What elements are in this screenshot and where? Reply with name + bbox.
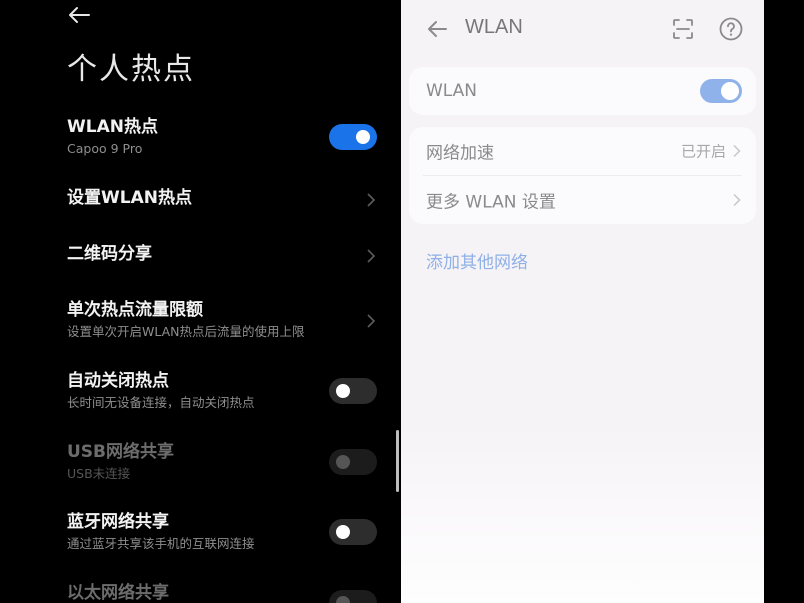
chevron-right-icon (367, 193, 376, 207)
scan-button[interactable] (671, 17, 695, 41)
wlan-toggle-card: WLAN (409, 67, 756, 115)
help-button[interactable] (718, 16, 744, 42)
qr-share-row[interactable]: 二维码分享 (67, 244, 377, 268)
usb-tethering-row[interactable]: USB网络共享 USB未连接 (67, 442, 377, 482)
chevron-right-icon (733, 193, 741, 207)
chevron-right-icon (367, 249, 376, 263)
arrow-left-icon (69, 7, 90, 23)
network-boost-row[interactable]: 网络加速 已开启 (409, 127, 756, 175)
ethernet-tethering-row[interactable]: 以太网络共享 (67, 583, 377, 603)
more-wlan-settings-row[interactable]: 更多 WLAN 设置 (409, 176, 756, 224)
help-circle-icon (719, 17, 743, 41)
wlan-toggle-row[interactable]: WLAN (409, 67, 756, 115)
wlan-toggle[interactable] (700, 79, 742, 103)
usb-tethering-toggle[interactable] (329, 449, 377, 475)
data-limit-row[interactable]: 单次热点流量限额 设置单次开启WLAN热点后流量的使用上限 (67, 300, 377, 342)
bluetooth-tethering-row[interactable]: 蓝牙网络共享 通过蓝牙共享该手机的互联网连接 (67, 512, 377, 552)
top-bar: WLAN (401, 0, 764, 58)
toggle-knob (336, 525, 350, 539)
row-label: WLAN (426, 81, 478, 101)
toggle-knob (336, 596, 350, 603)
add-other-network-link[interactable]: 添加其他网络 (426, 248, 528, 273)
row-title: 单次热点流量限额 (67, 300, 203, 320)
toggle-knob (336, 455, 350, 469)
page-title: WLAN (465, 16, 523, 38)
scrollbar[interactable] (396, 430, 399, 492)
row-label: 更多 WLAN 设置 (426, 192, 556, 213)
row-label: 网络加速 (426, 143, 494, 164)
setup-hotspot-row[interactable]: 设置WLAN热点 (67, 188, 377, 212)
chevron-right-icon (367, 314, 376, 328)
row-title: 设置WLAN热点 (67, 188, 192, 208)
ethernet-tethering-toggle[interactable] (329, 590, 377, 603)
arrow-left-icon (428, 21, 447, 37)
bluetooth-tethering-toggle[interactable] (329, 519, 377, 545)
back-button[interactable] (64, 4, 94, 26)
scan-icon (673, 19, 693, 39)
hotspot-screen: 个人热点 WLAN热点 Capoo 9 Pro 设置WLAN热点 二维码分享 单… (0, 0, 401, 603)
chevron-right-icon (733, 144, 741, 158)
auto-close-row[interactable]: 自动关闭热点 长时间无设备连接，自动关闭热点 (67, 371, 377, 411)
toggle-knob (356, 130, 370, 144)
toggle-knob (721, 82, 739, 100)
wlan-screen: WLAN WLAN 网络加速 已开启 更多 WLAN 设置 添加其他网络 (401, 0, 764, 603)
back-button[interactable] (425, 17, 449, 41)
bottom-fade (401, 423, 764, 603)
auto-close-toggle[interactable] (329, 378, 377, 404)
row-subtitle: 设置单次开启WLAN热点后流量的使用上限 (67, 324, 305, 339)
wlan-hotspot-toggle[interactable] (329, 124, 377, 150)
page-title: 个人热点 (67, 52, 195, 87)
wlan-hotspot-row[interactable]: WLAN热点 Capoo 9 Pro (67, 117, 377, 157)
row-title: 二维码分享 (67, 244, 152, 264)
edge-strip (764, 0, 804, 603)
row-value: 已开启 (680, 142, 726, 161)
wlan-options-card: 网络加速 已开启 更多 WLAN 设置 (409, 127, 756, 224)
toggle-knob (336, 384, 350, 398)
